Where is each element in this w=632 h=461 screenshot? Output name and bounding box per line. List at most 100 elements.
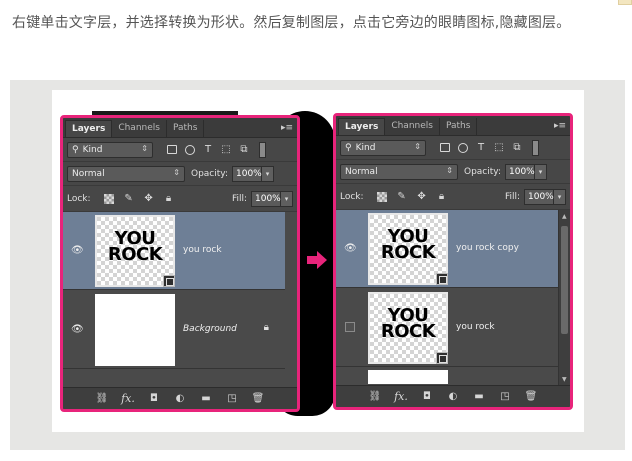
layer-thumbnail — [368, 370, 448, 384]
fill-label: Fill: — [504, 191, 520, 202]
shape-filter-icon[interactable]: ⬚ — [217, 143, 235, 157]
lock-all-icon[interactable]: 🔒︎ — [159, 192, 179, 206]
opacity-input[interactable]: 100% — [232, 165, 262, 182]
filter-row: ⚲ Kind ⇕ T ⬚ ⧉ — [63, 138, 297, 162]
folder-icon[interactable]: ▬ — [193, 393, 219, 404]
lock-transparent-icon[interactable] — [99, 192, 119, 206]
fill-input[interactable]: 100% — [524, 188, 554, 205]
trash-icon[interactable]: 🗑︎ — [518, 391, 544, 402]
shape-layer-icon — [436, 273, 448, 285]
opacity-dropdown[interactable]: ▾ — [262, 165, 274, 182]
fx-icon[interactable]: fx. — [388, 390, 414, 403]
blend-mode-select[interactable]: Normal ⇕ — [67, 165, 185, 182]
adjustment-filter-icon[interactable] — [181, 143, 199, 157]
lock-position-icon[interactable]: ✥ — [412, 190, 432, 204]
filter-kind-select[interactable]: ⚲ Kind ⇕ — [340, 139, 426, 156]
fx-icon[interactable]: fx. — [115, 392, 141, 405]
layer-thumbnail — [95, 294, 175, 366]
filter-kind-select[interactable]: ⚲ Kind ⇕ — [67, 141, 153, 158]
layer-name[interactable]: Background — [183, 324, 237, 334]
filter-icons: T ⬚ ⧉ — [163, 143, 253, 157]
fill-input[interactable]: 100% — [251, 190, 281, 207]
layers-panel-before: Layers Channels Paths ▸≡ ⚲ Kind ⇕ T ⬚ ⧉ … — [60, 115, 300, 412]
layer-row-background[interactable]: 👁︎ Background 🔒︎ — [63, 291, 285, 369]
filter-icons: T ⬚ ⧉ — [436, 141, 526, 155]
tab-layers[interactable]: Layers — [338, 118, 386, 135]
visibility-toggle-hidden[interactable] — [345, 322, 355, 332]
link-icon[interactable]: ⛓ — [362, 391, 388, 402]
chevron-icon: ⇕ — [446, 165, 453, 175]
lock-row: Lock: ✎ ✥ 🔒︎ Fill: 100% ▾ — [336, 184, 570, 210]
opacity-dropdown[interactable]: ▾ — [535, 163, 547, 180]
layer-row-background-partial[interactable] — [336, 368, 558, 386]
tab-channels[interactable]: Channels — [385, 118, 440, 135]
lock-transparent-icon[interactable] — [372, 190, 392, 204]
layer-row-you-rock[interactable]: YOU ROCK you rock — [336, 289, 558, 367]
new-layer-icon[interactable]: ◳ — [219, 393, 245, 404]
layer-row-you-rock[interactable]: 👁︎ YOU ROCK you rock — [63, 212, 285, 290]
lock-icons: ✎ ✥ 🔒︎ — [372, 190, 452, 204]
chevron-icon: ⇕ — [141, 143, 148, 153]
pixel-filter-icon[interactable] — [163, 143, 181, 157]
layer-row-you-rock-copy[interactable]: 👁︎ YOU ROCK you rock copy — [336, 210, 558, 288]
type-filter-icon[interactable]: T — [472, 141, 490, 155]
lock-label: Lock: — [340, 191, 364, 202]
panel-menu-icon[interactable]: ▸≡ — [554, 121, 566, 131]
pixel-filter-icon[interactable] — [436, 141, 454, 155]
lock-all-icon[interactable]: 🔒︎ — [432, 190, 452, 204]
blend-row: Normal ⇕ Opacity: 100% ▾ — [336, 160, 570, 184]
eye-icon[interactable]: 👁︎ — [344, 243, 357, 254]
panel-footer: ⛓ fx. ◘ ◐ ▬ ◳ 🗑︎ — [63, 387, 297, 409]
search-icon: ⚲ — [345, 142, 352, 153]
mask-icon[interactable]: ◘ — [141, 393, 167, 404]
panel-tabs: Layers Channels Paths ▸≡ — [336, 116, 570, 136]
layer-thumbnail: YOU ROCK — [368, 213, 448, 285]
eye-icon[interactable]: 👁︎ — [71, 324, 84, 335]
shape-filter-icon[interactable]: ⬚ — [490, 141, 508, 155]
corner-badge — [618, 0, 632, 5]
panel-tabs: Layers Channels Paths ▸≡ — [63, 118, 297, 138]
layer-name[interactable]: you rock — [456, 322, 495, 332]
trash-icon[interactable]: 🗑︎ — [245, 393, 271, 404]
layers-scrollbar[interactable]: ▲ ▼ — [558, 210, 570, 386]
folder-icon[interactable]: ▬ — [466, 391, 492, 402]
filter-toggle[interactable] — [259, 141, 266, 158]
thumbnail-text: YOU ROCK — [107, 228, 163, 265]
layer-name[interactable]: you rock copy — [456, 243, 519, 253]
lock-position-icon[interactable]: ✥ — [139, 192, 159, 206]
blend-mode-select[interactable]: Normal ⇕ — [340, 163, 458, 180]
scrollbar-thumb[interactable] — [561, 226, 568, 334]
scroll-up-icon[interactable]: ▲ — [562, 213, 567, 220]
new-layer-icon[interactable]: ◳ — [492, 391, 518, 402]
adjustment-icon[interactable]: ◐ — [167, 393, 193, 404]
smart-object-filter-icon[interactable]: ⧉ — [235, 143, 253, 157]
scroll-down-icon[interactable]: ▼ — [562, 376, 567, 383]
lock-paint-icon[interactable]: ✎ — [119, 192, 139, 206]
layer-name[interactable]: you rock — [183, 245, 222, 255]
tutorial-caption: 右键单击文字层，并选择转换为形状。然后复制图层，点击它旁边的眼睛图标,隐藏图层。 — [12, 15, 571, 31]
mask-icon[interactable]: ◘ — [414, 391, 440, 402]
chevron-icon: ⇕ — [414, 141, 421, 151]
tab-layers[interactable]: Layers — [65, 120, 113, 137]
shape-layer-icon — [436, 352, 448, 364]
link-icon[interactable]: ⛓ — [89, 393, 115, 404]
smart-object-filter-icon[interactable]: ⧉ — [508, 141, 526, 155]
arrow-icon — [307, 251, 327, 269]
eye-icon[interactable]: 👁︎ — [71, 245, 84, 256]
tab-paths[interactable]: Paths — [440, 118, 478, 135]
blend-row: Normal ⇕ Opacity: 100% ▾ — [63, 162, 297, 186]
opacity-input[interactable]: 100% — [505, 163, 535, 180]
fill-dropdown[interactable]: ▾ — [281, 190, 293, 207]
tab-channels[interactable]: Channels — [112, 120, 167, 137]
adjustment-icon[interactable]: ◐ — [440, 391, 466, 402]
lock-paint-icon[interactable]: ✎ — [392, 190, 412, 204]
chevron-icon: ⇕ — [173, 167, 180, 177]
adjustment-filter-icon[interactable] — [454, 141, 472, 155]
shape-layer-icon — [163, 275, 175, 287]
type-filter-icon[interactable]: T — [199, 143, 217, 157]
fill-dropdown[interactable]: ▾ — [554, 188, 566, 205]
thumbnail-text: YOU ROCK — [380, 226, 436, 263]
panel-menu-icon[interactable]: ▸≡ — [281, 123, 293, 133]
tab-paths[interactable]: Paths — [167, 120, 205, 137]
filter-toggle[interactable] — [532, 139, 539, 156]
